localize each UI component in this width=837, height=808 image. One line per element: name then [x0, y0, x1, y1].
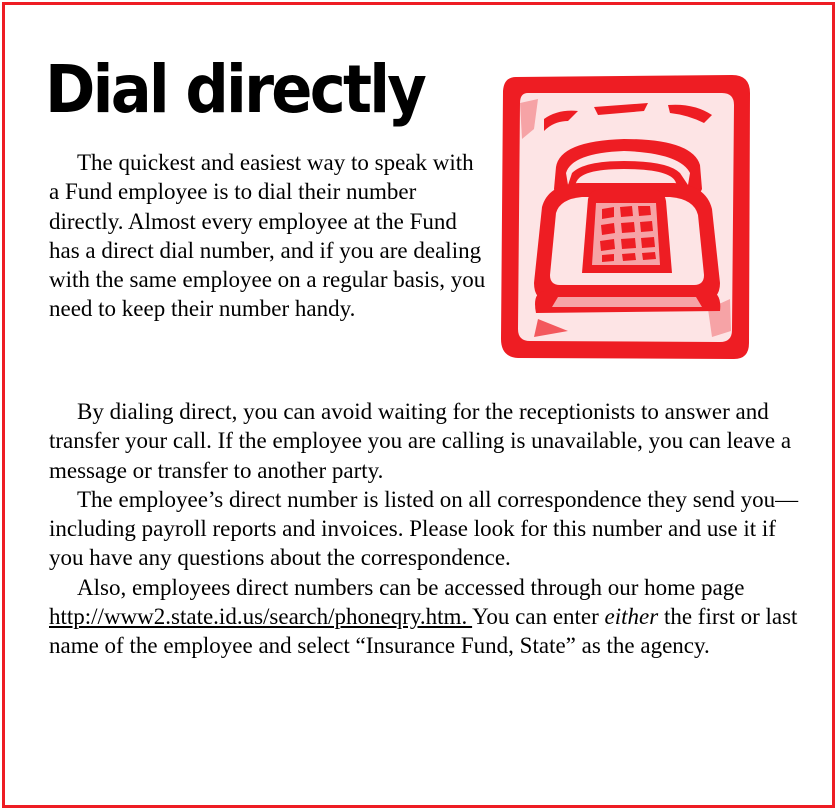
home-page-text: Also, employees direct numbers can be ac…: [77, 574, 745, 600]
correspondence-paragraph: The employee’s direct number is listed o…: [49, 485, 809, 573]
telephone-icon: [501, 75, 750, 359]
dial-direct-text: By dialing direct, you can avoid waiting…: [49, 399, 792, 483]
home-page-text-continued: You can enter: [472, 604, 605, 630]
phone-directory-link[interactable]: http://www2.state.id.us/search/phoneqry.…: [49, 604, 472, 629]
intro-paragraph: The quickest and easiest way to speak wi…: [49, 148, 489, 324]
body-paragraphs: By dialing direct, you can avoid waiting…: [49, 397, 809, 661]
intro-text: The quickest and easiest way to speak wi…: [49, 150, 486, 322]
emphasis-text: either: [604, 604, 659, 630]
home-page-paragraph: Also, employees direct numbers can be ac…: [49, 573, 809, 661]
article-frame: Dial directly The quickest and easiest w…: [2, 2, 835, 808]
dial-direct-paragraph: By dialing direct, you can avoid waiting…: [49, 397, 809, 485]
page-title: Dial directly: [45, 51, 427, 128]
correspondence-text: The employee’s direct number is listed o…: [49, 486, 799, 571]
